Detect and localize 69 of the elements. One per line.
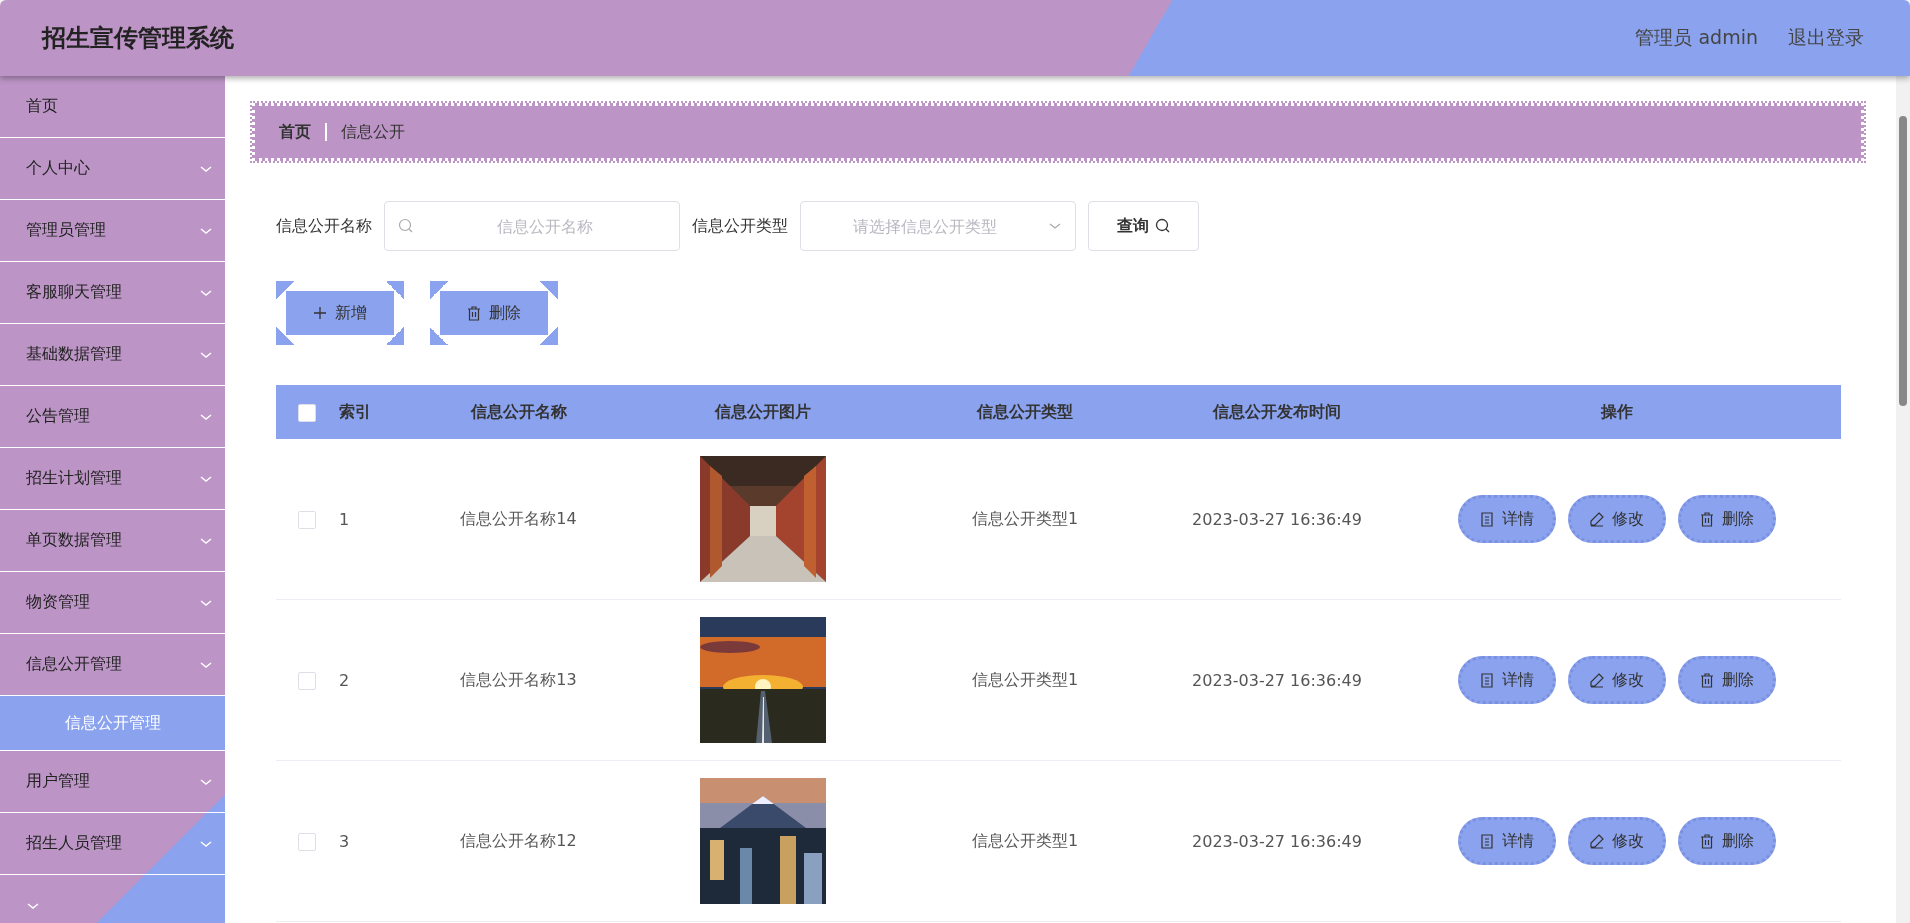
edit-button[interactable]: 修改 <box>1568 817 1666 865</box>
detail-button[interactable]: 详情 <box>1458 817 1556 865</box>
trash-icon <box>467 305 481 321</box>
trash-icon <box>1700 511 1714 527</box>
detail-button[interactable]: 详情 <box>1458 495 1556 543</box>
pencil-icon <box>1590 833 1604 849</box>
search-field[interactable]: 信息公开名称 <box>384 201 680 251</box>
table-cell: 1 <box>339 509 350 529</box>
sidebar-item[interactable]: 基础数据管理 <box>0 324 225 386</box>
column-header: 信息公开发布时间 <box>1213 401 1341 421</box>
breadcrumb-link[interactable]: 信息公开 <box>340 121 405 143</box>
table-cell: 信息公开名称13 <box>460 669 577 689</box>
table-cell: 2023-03-27 16:36:49 <box>1192 670 1362 690</box>
detail-button[interactable]: 详情 <box>1458 656 1556 704</box>
trash-icon <box>1700 833 1714 849</box>
query-button[interactable]: 查询 <box>1088 201 1199 251</box>
column-header: 信息公开名称 <box>470 401 567 421</box>
add-button[interactable]: 新增 <box>276 281 404 345</box>
table-cell: 信息公开类型1 <box>971 669 1079 689</box>
breadcrumb-link[interactable]: 首页 <box>279 121 311 143</box>
table-cell: 信息公开名称12 <box>460 830 577 850</box>
field-label: 信息公开名称 <box>276 215 372 237</box>
table-cell: 信息公开类型1 <box>971 508 1079 528</box>
app-title: 招生宣传管理系统 <box>42 23 234 54</box>
row-checkbox[interactable] <box>298 510 316 529</box>
sidebar-item[interactable]: 管理员管理 <box>0 200 225 262</box>
pencil-icon <box>1590 511 1604 527</box>
sidebar-item[interactable]: 首页 <box>0 76 225 138</box>
delete-button[interactable]: 删除 <box>1678 656 1776 704</box>
edit-button[interactable]: 修改 <box>1568 656 1666 704</box>
row-checkbox[interactable] <box>298 671 316 690</box>
field-label: 信息公开类型 <box>692 215 788 237</box>
edit-button[interactable]: 修改 <box>1568 495 1666 543</box>
table-cell: 信息公开名称14 <box>460 508 577 528</box>
plus-icon <box>313 306 327 320</box>
sidebar-item[interactable]: 客服聊天管理 <box>0 262 225 324</box>
user-label: 管理员 admin <box>1635 25 1758 50</box>
delete-button[interactable]: 删除 <box>430 281 558 345</box>
sidebar-item[interactable]: 单页数据管理 <box>0 510 225 572</box>
sidebar-item[interactable]: 物资管理 <box>0 572 225 634</box>
table-cell: 2023-03-27 16:36:49 <box>1192 831 1362 851</box>
document-icon <box>1480 833 1494 849</box>
search-icon <box>398 218 414 234</box>
column-header: 索引 <box>339 401 371 421</box>
column-header: 信息公开图片 <box>715 401 811 421</box>
sidebar-item[interactable]: 个人中心 <box>0 138 225 200</box>
delete-button[interactable]: 删除 <box>1678 817 1776 865</box>
column-header: 信息公开类型 <box>977 401 1073 421</box>
trash-icon <box>1700 672 1714 688</box>
type-dropdown[interactable]: 请选择信息公开类型 <box>800 201 1076 251</box>
document-icon <box>1480 511 1494 527</box>
row-checkbox[interactable] <box>298 832 316 851</box>
search-icon <box>1154 218 1171 234</box>
delete-button[interactable]: 删除 <box>1678 495 1776 543</box>
sidebar-item[interactable]: 招生人员管理 <box>0 813 225 875</box>
sidebar-item[interactable]: 公告管理 <box>0 386 225 448</box>
sidebar-item[interactable]: 招生计划管理 <box>0 448 225 510</box>
chevron-icon <box>1048 221 1062 231</box>
table-cell: 3 <box>339 831 350 851</box>
table-cell: 2 <box>339 670 350 690</box>
column-header: 操作 <box>1601 401 1633 421</box>
logout-link[interactable]: 退出登录 <box>1788 25 1864 51</box>
table-cell: 2023-03-27 16:36:49 <box>1192 509 1362 529</box>
scrollbar[interactable] <box>1896 76 1910 923</box>
table-cell: 信息公开类型1 <box>971 830 1079 850</box>
document-icon <box>1480 672 1494 688</box>
sidebar-item[interactable]: 用户管理 <box>0 751 225 813</box>
pencil-icon <box>1590 672 1604 688</box>
select-all-checkbox[interactable] <box>298 403 316 422</box>
